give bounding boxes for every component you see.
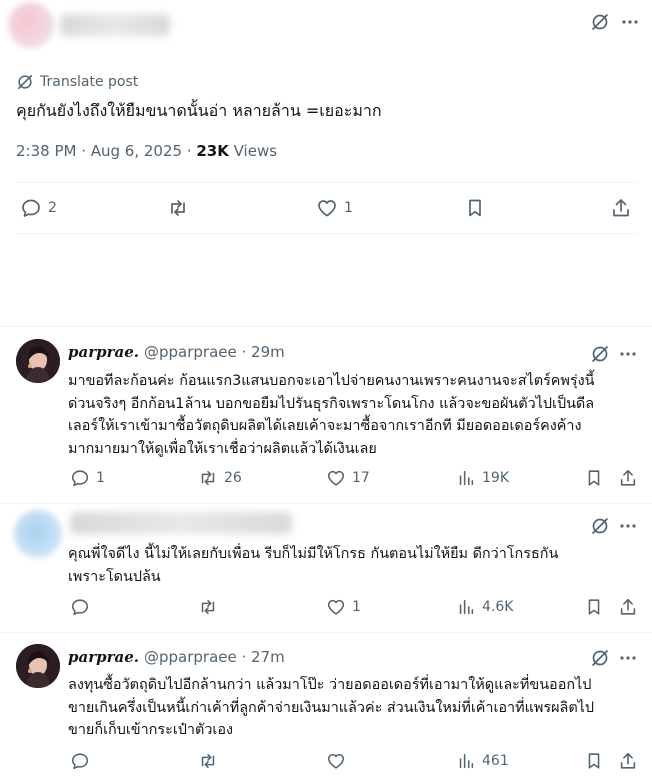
share-icon: [618, 468, 638, 488]
reply-text: ลงทุนซื้อวัตถุดิบไปอีกล้านกว่า แล้วมาโป๊…: [68, 677, 595, 738]
views-button[interactable]: 461: [456, 751, 509, 771]
share-button[interactable]: [618, 468, 638, 488]
repost-icon: [198, 468, 218, 488]
share-icon: [610, 197, 632, 219]
heart-icon: [326, 468, 346, 488]
grok-icon[interactable]: [590, 344, 610, 364]
avatar[interactable]: [14, 510, 62, 558]
repost-icon: [167, 197, 189, 219]
heart-icon: [316, 197, 338, 219]
repost-icon: [198, 751, 218, 771]
bookmark-button[interactable]: [584, 597, 604, 617]
reply-count: 2: [48, 200, 57, 216]
divider: [16, 233, 636, 234]
reply-button[interactable]: 1: [70, 468, 105, 488]
translate-icon: [16, 73, 34, 91]
bookmark-button[interactable]: [464, 197, 486, 219]
share-button[interactable]: [610, 197, 632, 219]
display-name[interactable]: parprae.: [68, 343, 139, 361]
views-label: Views: [228, 142, 278, 160]
repost-icon: [198, 597, 218, 617]
repost-button[interactable]: [198, 597, 218, 617]
like-button[interactable]: 1: [326, 597, 361, 617]
views-count: 4.6K: [482, 599, 514, 615]
share-icon: [618, 751, 638, 771]
handle-and-time[interactable]: @pparpraee · 29m: [144, 343, 285, 361]
repost-button[interactable]: [167, 197, 189, 219]
reply-count: 1: [96, 470, 105, 486]
bookmark-button[interactable]: [584, 468, 604, 488]
avatar[interactable]: [16, 339, 60, 383]
like-button[interactable]: 1: [316, 197, 353, 219]
repost-button[interactable]: 26: [198, 468, 242, 488]
bookmark-icon: [584, 597, 604, 617]
translate-post-link[interactable]: Translate post: [16, 73, 138, 91]
bookmark-icon: [584, 468, 604, 488]
reply-header: parprae. @pparpraee · 27m: [68, 648, 285, 666]
grok-icon[interactable]: [590, 516, 610, 536]
post-time[interactable]: 2:38 PM · Aug 6, 2025 ·: [16, 142, 196, 160]
post-text: คุยกันยังไงถึงให้ยืมขนาดนั้นอ่า หลายล้าน…: [16, 101, 382, 120]
more-icon[interactable]: [618, 516, 638, 536]
heart-icon: [326, 751, 346, 771]
grok-icon[interactable]: [590, 648, 610, 668]
views-icon: [456, 468, 476, 488]
divider: [0, 632, 652, 633]
avatar[interactable]: [16, 644, 60, 688]
more-icon[interactable]: [618, 344, 638, 364]
repost-button[interactable]: [198, 751, 218, 771]
reply-button[interactable]: [70, 751, 90, 771]
reply-icon: [70, 468, 90, 488]
like-count: 1: [344, 200, 353, 216]
reply-text: มาขอทีละก้อนค่ะ ก้อนแรก3แสนบอกจะเอาไปจ่า…: [68, 373, 595, 457]
reply-text: คุณพี่ใจดีไง นี้ไม่ให้เลยกับเพื่อน รีบก็…: [68, 546, 559, 585]
divider: [0, 503, 652, 504]
like-count: 1: [352, 599, 361, 615]
divider: [0, 326, 652, 327]
like-button[interactable]: 17: [326, 468, 370, 488]
divider: [16, 182, 636, 183]
views-count: 23K: [196, 142, 229, 160]
bookmark-icon: [584, 751, 604, 771]
reply-button[interactable]: 2: [20, 197, 57, 219]
like-button[interactable]: [326, 751, 346, 771]
author-name-blurred[interactable]: [70, 512, 292, 534]
reply-header: parprae. @pparpraee · 29m: [68, 343, 285, 361]
views-count: 19K: [482, 470, 509, 486]
display-name[interactable]: parprae.: [68, 648, 139, 666]
grok-icon[interactable]: [590, 12, 610, 32]
more-icon[interactable]: [618, 648, 638, 668]
views-button[interactable]: 19K: [456, 468, 509, 488]
post-meta: 2:38 PM · Aug 6, 2025 · 23K Views: [16, 142, 277, 160]
views-count: 461: [482, 753, 509, 769]
repost-count: 26: [224, 470, 242, 486]
reply-icon: [70, 597, 90, 617]
share-button[interactable]: [618, 597, 638, 617]
handle-and-time[interactable]: @pparpraee · 27m: [144, 648, 285, 666]
heart-icon: [326, 597, 346, 617]
views-icon: [456, 597, 476, 617]
bookmark-button[interactable]: [584, 751, 604, 771]
reply-icon: [70, 751, 90, 771]
author-name-blurred[interactable]: [60, 14, 170, 36]
bookmark-icon: [464, 197, 486, 219]
translate-label[interactable]: Translate post: [40, 74, 138, 90]
share-button[interactable]: [618, 751, 638, 771]
reply-button[interactable]: [70, 597, 90, 617]
share-icon: [618, 597, 638, 617]
avatar[interactable]: [8, 2, 54, 48]
reply-icon: [20, 197, 42, 219]
views-icon: [456, 751, 476, 771]
views-button[interactable]: 4.6K: [456, 597, 513, 617]
like-count: 17: [352, 470, 370, 486]
more-icon[interactable]: [620, 12, 640, 32]
